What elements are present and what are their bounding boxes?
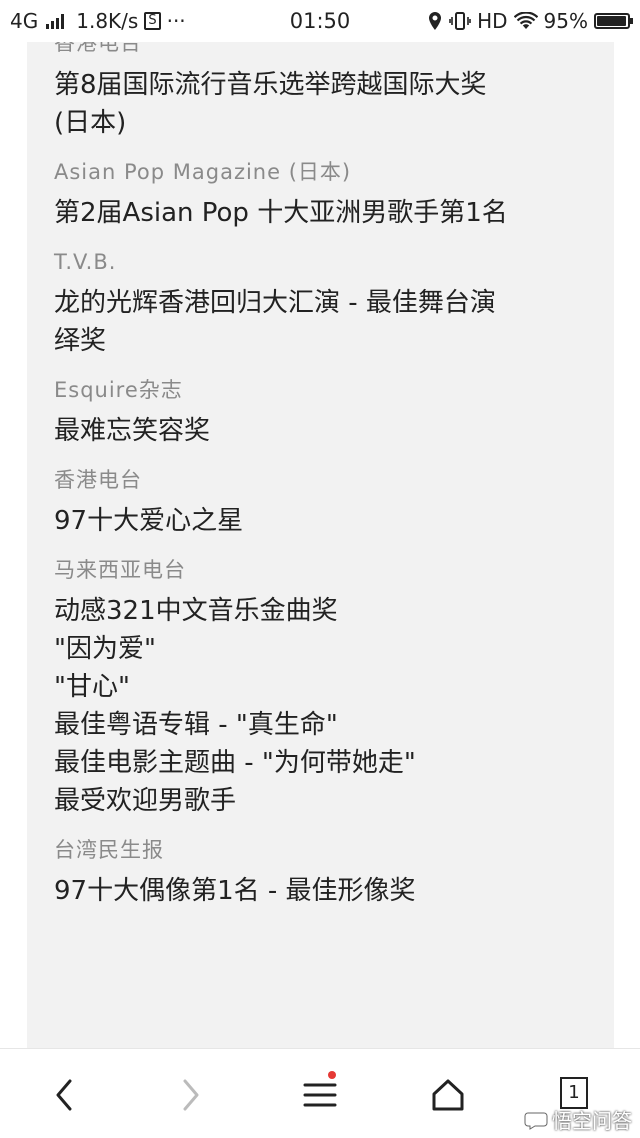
award-text: 龙的光辉香港回归大汇演 - 最佳舞台演 绎奖 xyxy=(54,284,614,360)
org-label: 台湾民生报 xyxy=(54,838,164,862)
award-line: (日本) xyxy=(54,108,127,138)
forward-arrow-icon xyxy=(183,1079,199,1111)
award-line: 动感321中文音乐金曲奖 xyxy=(54,596,338,626)
org-label-top: 香港电台 xyxy=(54,42,142,55)
list-item: 香港电台 97十大爱心之星 xyxy=(54,464,614,540)
notification-dot xyxy=(328,1071,336,1079)
award-line: 最难忘笑容奖 xyxy=(54,416,211,446)
award-line: 绎奖 xyxy=(54,326,107,356)
wukong-logo-icon xyxy=(524,1112,548,1130)
menu-icon xyxy=(303,1083,337,1107)
home-icon xyxy=(432,1079,464,1111)
list-item: 马来西亚电台动感321中文音乐金曲奖 "因为爱" "甘心" 最佳粤语专辑 - "真生命… xyxy=(54,554,614,820)
org-label: 马来西亚电台 xyxy=(54,558,186,582)
award-line: 龙的光辉香港回归大汇演 - 最佳舞台演 xyxy=(54,288,496,318)
forward-button[interactable] xyxy=(167,1071,215,1119)
award-line: 97十大偶像第1名 - 最佳形像奖 xyxy=(54,876,416,906)
status-right: HD 95% xyxy=(427,9,633,33)
award-line: 第2届Asian Pop 十大亚洲男歌手第1名 xyxy=(54,198,508,228)
award-line: 第8届国际流行音乐选举跨越国际大奖 xyxy=(54,70,487,100)
watermark: 悟空问答 xyxy=(524,1105,632,1134)
award-text: 97十大偶像第1名 - 最佳形像奖 xyxy=(54,872,614,910)
menu-button[interactable] xyxy=(296,1071,344,1119)
list-item: Esquire杂志最难忘笑容奖 xyxy=(54,374,614,450)
location-icon xyxy=(429,12,442,30)
hd-label: HD xyxy=(477,9,508,33)
award-line: 最佳粤语专辑 - "真生命" xyxy=(54,710,338,740)
award-line: 最佳电影主题曲 - "为何带她走" xyxy=(54,748,416,778)
org-label: T.V.B. xyxy=(54,250,117,274)
bottom-nav: 1 悟空问答 xyxy=(0,1048,640,1138)
back-arrow-icon xyxy=(56,1079,72,1111)
watermark-text: 悟空问答 xyxy=(552,1109,632,1133)
award-line: "甘心" xyxy=(54,672,130,702)
home-button[interactable] xyxy=(424,1071,472,1119)
list-item: T.V.B. 龙的光辉香港回归大汇演 - 最佳舞台演 绎奖 xyxy=(54,246,614,360)
award-text: 97十大爱心之星 xyxy=(54,502,614,540)
award-text: 动感321中文音乐金曲奖 "因为爱" "甘心" 最佳粤语专辑 - "真生命" 最佳电影主… xyxy=(54,592,614,820)
org-label: Asian Pop Magazine (日本) xyxy=(54,160,352,184)
award-text: 第2届Asian Pop 十大亚洲男歌手第1名 xyxy=(54,194,614,232)
battery-level xyxy=(597,16,626,26)
org-label: 香港电台 xyxy=(54,468,142,492)
battery-icon xyxy=(594,13,633,29)
page: 4G 1.8K/s S ··· 01:50 HD 95% 香港电台 第8届国际流… xyxy=(0,0,640,1138)
org-label: Esquire杂志 xyxy=(54,378,183,402)
award-line: 97十大爱心之星 xyxy=(54,506,244,536)
award-text: 最难忘笑容奖 xyxy=(54,412,614,450)
battery-percent: 95% xyxy=(543,9,588,33)
back-button[interactable] xyxy=(40,1071,88,1119)
list-item: 第8届国际流行音乐选举跨越国际大奖 (日本) xyxy=(54,66,614,142)
content-panel[interactable]: 香港电台 第8届国际流行音乐选举跨越国际大奖 (日本) Asian Pop Maga… xyxy=(27,42,614,1048)
status-bar: 4G 1.8K/s S ··· 01:50 HD 95% xyxy=(0,0,640,42)
award-list: 香港电台 第8届国际流行音乐选举跨越国际大奖 (日本) Asian Pop Maga… xyxy=(54,42,614,910)
award-line: 最受欢迎男歌手 xyxy=(54,786,237,816)
award-text: 第8届国际流行音乐选举跨越国际大奖 (日本) xyxy=(54,66,614,142)
wifi-icon xyxy=(513,12,538,29)
vibrate-icon xyxy=(449,12,471,30)
award-line: "因为爱" xyxy=(54,634,156,664)
list-item: 台湾民生报 97十大偶像第1名 - 最佳形像奖 xyxy=(54,834,614,910)
list-item: Asian Pop Magazine (日本) 第2届Asian Pop 十大亚洲… xyxy=(54,156,614,232)
